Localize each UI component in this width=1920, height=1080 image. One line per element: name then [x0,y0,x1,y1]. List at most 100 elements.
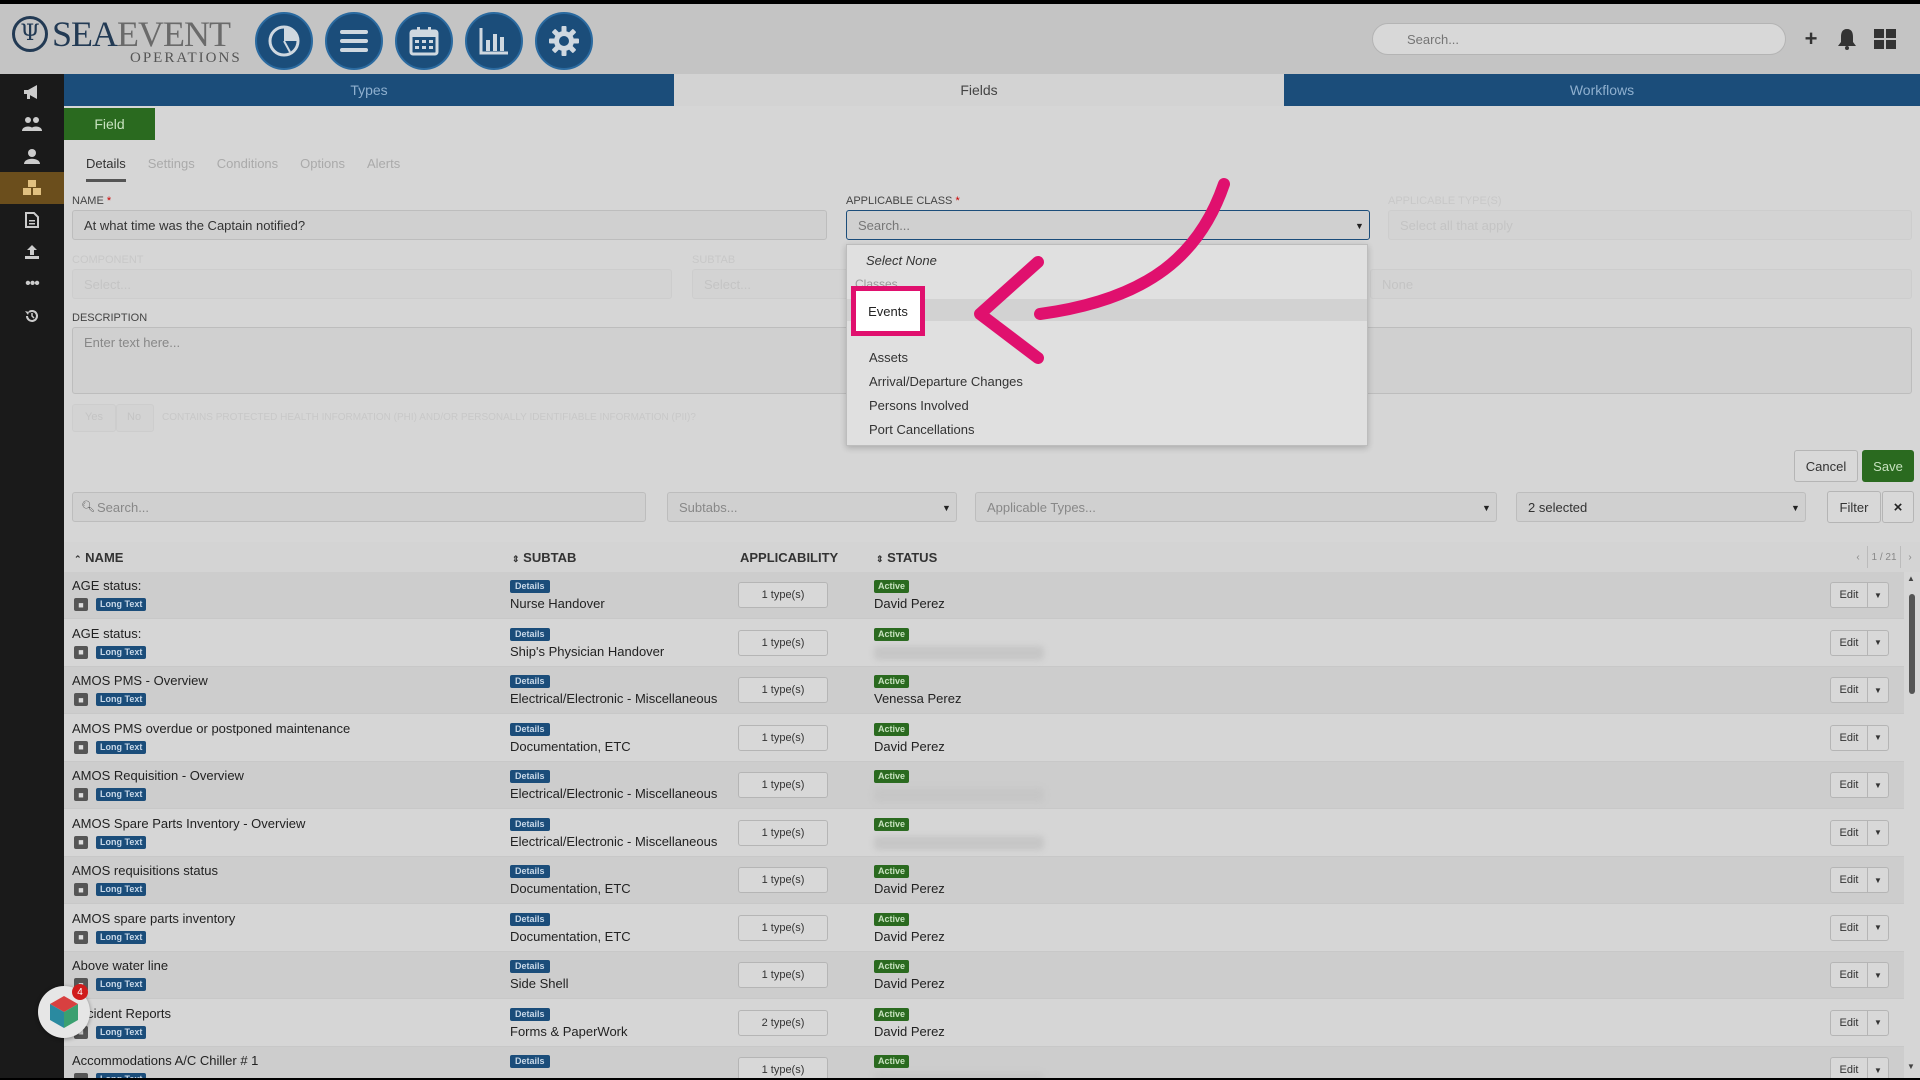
gear-icon[interactable] [535,12,593,70]
right-select[interactable]: None [1370,269,1912,299]
phi-no-button[interactable]: No [116,404,154,432]
applicable-types-filter[interactable]: Applicable Types... [975,492,1497,522]
global-search-input[interactable] [1372,23,1786,55]
edit-button[interactable]: Edit [1830,772,1868,798]
edit-dropdown-toggle[interactable]: ▼ [1867,914,1889,941]
table-row[interactable]: AMOS spare parts inventory ■ Long Text Deta… [64,904,1904,952]
name-input[interactable]: At what time was the Captain notified? [72,210,827,240]
edit-button[interactable]: Edit [1830,819,1868,846]
edit-dropdown-toggle[interactable]: ▼ [1867,724,1889,751]
select-none-option[interactable]: Select None [866,253,937,268]
option-assets[interactable]: Assets [869,350,908,365]
document-icon[interactable] [0,204,64,236]
subtab-conditions[interactable]: Conditions [217,156,278,182]
seaevent-logo[interactable]: Ψ SEAEVENT OPERATIONS [12,10,240,68]
person-icon[interactable] [0,140,64,172]
table-row[interactable]: AMOS Requisition - Overview ■ Long Text Det… [64,762,1904,809]
edit-dropdown-toggle[interactable]: ▼ [1867,677,1889,703]
applicability-button[interactable]: 1 type(s) [738,724,828,751]
edit-dropdown-toggle[interactable]: ▼ [1867,1009,1889,1036]
applicability-button[interactable]: 1 type(s) [738,962,828,988]
more-icon[interactable]: ••• [0,268,64,300]
edit-dropdown-toggle[interactable]: ▼ [1867,582,1889,608]
edit-button[interactable]: Edit [1830,677,1868,703]
edit-dropdown-toggle[interactable]: ▼ [1867,962,1889,988]
edit-button[interactable]: Edit [1830,867,1868,893]
table-row[interactable]: AGE status: ■ Long Text Details Nurse Handov… [64,572,1904,619]
calendar-icon[interactable] [395,12,453,70]
option-events[interactable]: Events [851,286,925,336]
table-row[interactable]: Accident Reports ■ Long Text Details Forms &… [64,999,1904,1047]
subtabs-filter[interactable]: Subtabs... [667,492,957,522]
cancel-button[interactable]: Cancel [1794,450,1858,482]
applicability-button[interactable]: 2 type(s) [738,1009,828,1036]
table-row[interactable]: AMOS Spare Parts Inventory - Overview ■ Lo… [64,809,1904,857]
subtab-settings[interactable]: Settings [148,156,195,182]
sort-subtab-header[interactable]: ⇕ SUBTAB [512,550,576,565]
upload-icon[interactable] [0,236,64,268]
table-row[interactable]: AMOS PMS overdue or postponed maintenanc… [64,714,1904,762]
component-select[interactable]: Select... [72,269,672,299]
applicability-button[interactable]: 1 type(s) [738,629,828,656]
clear-filter-button[interactable]: × [1882,491,1914,523]
option-persons-involved[interactable]: Persons Involved [869,398,969,413]
applicability-button[interactable]: 1 type(s) [738,819,828,846]
phi-yes-button[interactable]: Yes [72,404,116,432]
grid-icon[interactable] [1872,26,1898,52]
edit-button[interactable]: Edit [1830,724,1868,751]
table-row[interactable]: Accommodations A/C Chiller # 1 ■ Long Text… [64,1047,1904,1078]
applicability-button[interactable]: 1 type(s) [738,914,828,941]
cubes-icon[interactable] [0,172,64,204]
edit-button[interactable]: Edit [1830,582,1868,608]
table-search-input[interactable]: Search... [72,492,646,522]
next-page-icon[interactable]: › [1901,546,1919,568]
edit-button[interactable]: Edit [1830,629,1868,656]
bell-icon[interactable] [1834,26,1860,52]
megaphone-icon[interactable] [0,76,64,108]
tab-types[interactable]: Types [64,74,674,106]
scroll-thumb[interactable] [1909,594,1915,694]
edit-dropdown-toggle[interactable]: ▼ [1867,1057,1889,1078]
bar-chart-icon[interactable] [465,12,523,70]
filter-button[interactable]: Filter [1827,491,1881,523]
edit-dropdown-toggle[interactable]: ▼ [1867,772,1889,798]
applicability-button[interactable]: 1 type(s) [738,772,828,798]
applicability-button[interactable]: 1 type(s) [738,1057,828,1078]
lock-icon: ■ [74,693,88,706]
plus-icon[interactable]: + [1798,26,1824,52]
dashboard-pie-icon[interactable] [255,12,313,70]
table-row[interactable]: AMOS requisitions status ■ Long Text Detail… [64,857,1904,904]
table-row[interactable]: AGE status: ■ Long Text Details Ship's Physi… [64,619,1904,667]
edit-button[interactable]: Edit [1830,1009,1868,1036]
sort-status-header[interactable]: ⇕ STATUS [876,550,937,565]
table-scrollbar[interactable]: ▲ ▼ [1907,574,1917,1074]
sort-name-header[interactable]: ⌃ NAME [74,550,123,565]
scroll-down-icon[interactable]: ▼ [1907,1062,1915,1071]
tab-workflows[interactable]: Workflows [1284,74,1920,106]
applicable-types-select[interactable]: Select all that apply [1388,210,1912,240]
applicability-button[interactable]: 1 type(s) [738,677,828,703]
edit-button[interactable]: Edit [1830,962,1868,988]
edit-button[interactable]: Edit [1830,1057,1868,1078]
subtab-details[interactable]: Details [86,156,126,182]
help-widget[interactable]: 4 [38,984,90,1038]
scroll-up-icon[interactable]: ▲ [1907,574,1915,583]
subtab-options[interactable]: Options [300,156,345,182]
menu-list-icon[interactable] [325,12,383,70]
prev-page-icon[interactable]: ‹ [1849,546,1867,568]
tab-fields[interactable]: Fields [674,74,1284,106]
edit-dropdown-toggle[interactable]: ▼ [1867,629,1889,656]
users-icon[interactable] [0,108,64,140]
history-icon[interactable] [0,300,64,332]
status-filter[interactable]: 2 selected [1516,492,1806,522]
subtab-alerts[interactable]: Alerts [367,156,400,182]
option-port-cancellations[interactable]: Port Cancellations [869,422,975,437]
edit-button[interactable]: Edit [1830,914,1868,941]
applicability-button[interactable]: 1 type(s) [738,867,828,893]
save-button[interactable]: Save [1862,450,1914,482]
applicability-button[interactable]: 1 type(s) [738,582,828,608]
edit-dropdown-toggle[interactable]: ▼ [1867,867,1889,893]
edit-dropdown-toggle[interactable]: ▼ [1867,819,1889,846]
table-row[interactable]: Above water line■Long TextDetailsSide Sh… [64,952,1904,999]
table-row[interactable]: AMOS PMS - Overview ■ Long Text Details Elec… [64,667,1904,714]
